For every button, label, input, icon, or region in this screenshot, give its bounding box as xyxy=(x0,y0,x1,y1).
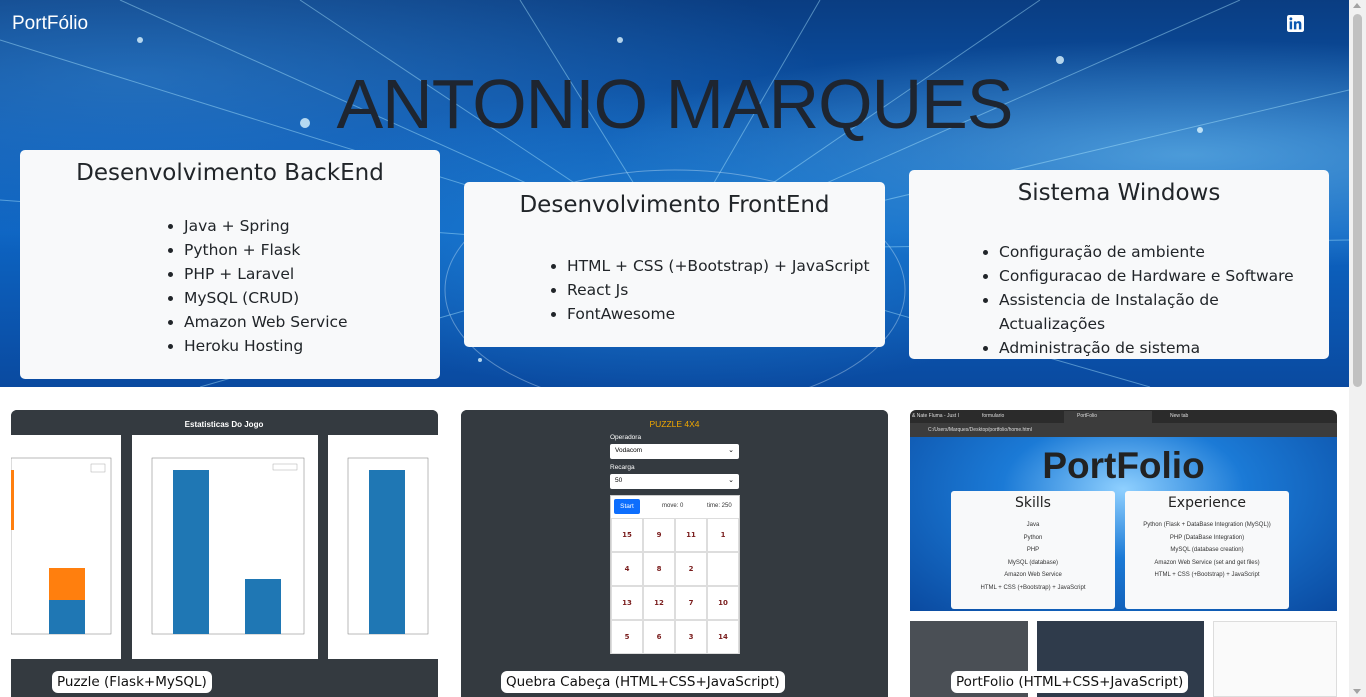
puzzle-tile[interactable]: 6 xyxy=(643,620,675,654)
navbar-icons xyxy=(1287,15,1335,32)
mini-experience-item: Amazon Web Service (set and get files) xyxy=(1154,559,1260,566)
puzzle-tile[interactable]: 5 xyxy=(611,620,643,654)
mini-skill-item: Java xyxy=(1026,522,1040,528)
puzzle-tile[interactable]: 9 xyxy=(643,518,675,552)
skill-card-title: Desenvolvimento FrontEnd xyxy=(519,192,830,218)
thumbnail-title: Estatisticas Do Jogo xyxy=(185,420,264,429)
mini-skill-item: Amazon Web Service xyxy=(1004,572,1062,578)
project-card-quebra-cabeca[interactable]: PUZZLE 4X4 Operadora Vodacom ⌄ Recarga 5… xyxy=(461,410,888,697)
mini-page-hero: PortFolio Skills Java Python PHP MySQL (… xyxy=(910,437,1337,611)
mini-experience-item: PHP (DataBase Integration) xyxy=(1169,534,1245,541)
puzzle-tile[interactable]: 2 xyxy=(675,552,707,586)
puzzle-tile[interactable]: 13 xyxy=(611,586,643,620)
mini-experience-item: Python (Flask + DataBase Integration (My… xyxy=(1143,522,1271,528)
skill-list: Java + Spring Python + Flask PHP + Larav… xyxy=(184,214,428,358)
chevron-down-icon: ⌄ xyxy=(728,477,734,484)
puzzle-tile[interactable]: 3 xyxy=(675,620,707,654)
skill-item: Python + Flask xyxy=(184,238,428,262)
skill-item: FontAwesome xyxy=(567,302,873,326)
puzzle-tile[interactable]: 8 xyxy=(643,552,675,586)
time-counter: time: 250 xyxy=(707,503,732,509)
mini-project-thumb xyxy=(1213,621,1337,697)
mini-skill-item: MySQL (database) xyxy=(1007,559,1059,566)
project-thumbnail: & Nate Fluma - Just I formulario PortFol… xyxy=(910,410,1337,697)
project-card-puzzle-flask[interactable]: Estatisticas Do Jogo Puzzle (Flask+MySQL… xyxy=(11,410,438,697)
puzzle-tile-empty[interactable] xyxy=(707,552,739,586)
mini-experience-item: HTML + CSS (+Bootstrap) + JavaScript xyxy=(1154,572,1260,578)
puzzle-tile[interactable]: 15 xyxy=(611,518,643,552)
skill-item: Configuracao de Hardware e Software xyxy=(999,264,1317,288)
skill-item: Assistencia de Instalação de Actualizaçõ… xyxy=(999,288,1317,336)
mini-experience-list: Python (Flask + DataBase Integration (My… xyxy=(1125,519,1289,582)
skill-card-frontend: Desenvolvimento FrontEnd HTML + CSS (+Bo… xyxy=(464,182,885,347)
skill-item: React Js xyxy=(567,278,873,302)
mini-skills-title: Skills xyxy=(1015,495,1051,511)
operadora-label: Operadora xyxy=(610,434,642,441)
project-thumbnail: PUZZLE 4X4 Operadora Vodacom ⌄ Recarga 5… xyxy=(461,410,888,697)
mini-tab: & Nate Fluma - Just I xyxy=(912,413,959,419)
project-caption[interactable]: PortFolio (HTML+CSS+JavaScript) xyxy=(951,671,1189,693)
recarga-value: 50 xyxy=(615,477,623,484)
mini-tab: PortFolio xyxy=(1077,413,1098,419)
page: PortFólio ANTONIO MARQUES Desenvolviment… xyxy=(0,0,1349,697)
mini-address-bar: C:/Users/Marques/Desktop/portfolio/home.… xyxy=(910,423,1337,437)
skill-item: PHP + Laravel xyxy=(184,262,428,286)
skill-item: Heroku Hosting xyxy=(184,334,428,358)
puzzle-tile[interactable]: 1 xyxy=(707,518,739,552)
mini-skill-item: Python xyxy=(1023,534,1043,541)
recarga-select[interactable]: 50 ⌄ xyxy=(610,474,739,489)
project-thumbnail: Estatisticas Do Jogo xyxy=(11,410,438,697)
navbar-brand[interactable]: PortFólio xyxy=(12,13,88,35)
mini-skill-item: PHP xyxy=(1026,547,1040,553)
skill-item: Configuração de ambiente xyxy=(999,240,1317,264)
linkedin-icon[interactable] xyxy=(1287,15,1335,32)
move-counter: move: 0 xyxy=(662,503,684,509)
puzzle-title: PUZZLE 4X4 xyxy=(649,419,700,429)
mini-browser-tabbar: & Nate Fluma - Just I formulario PortFol… xyxy=(910,410,1337,423)
scroll-up-arrow-icon[interactable] xyxy=(1353,3,1361,8)
skill-item: MySQL (CRUD) xyxy=(184,286,428,310)
mini-page-title: PortFolio xyxy=(1042,445,1205,486)
project-caption[interactable]: Quebra Cabeça (HTML+CSS+JavaScript) xyxy=(501,671,785,693)
mini-address: C:/Users/Marques/Desktop/portfolio/home.… xyxy=(928,427,1032,433)
mini-skills-list: Java Python PHP MySQL (database) Amazon … xyxy=(951,519,1115,594)
mini-experience-title: Experience xyxy=(1167,495,1247,511)
skill-list: HTML + CSS (+Bootstrap) + JavaScript Rea… xyxy=(567,254,873,326)
mini-tab: formulario xyxy=(982,413,1005,419)
skill-item: Administração de sistema xyxy=(999,336,1317,360)
mini-experience-card: Experience Python (Flask + DataBase Inte… xyxy=(1125,491,1289,609)
scroll-down-arrow-icon[interactable] xyxy=(1353,689,1361,694)
skill-card-windows: Sistema Windows Configuração de ambiente… xyxy=(909,170,1329,359)
skill-item: Java + Spring xyxy=(184,214,428,238)
start-button[interactable]: Start xyxy=(614,499,640,514)
skill-card-backend: Desenvolvimento BackEnd Java + Spring Py… xyxy=(20,150,440,379)
hero-title: ANTONIO MARQUES xyxy=(336,65,1013,143)
mini-skills-card: Skills Java Python PHP MySQL (database) … xyxy=(951,491,1115,609)
puzzle-tile[interactable]: 11 xyxy=(675,518,707,552)
puzzle-tile[interactable]: 4 xyxy=(611,552,643,586)
hero-section: PortFólio ANTONIO MARQUES Desenvolviment… xyxy=(0,0,1349,387)
page-scrollbar[interactable] xyxy=(1349,0,1366,697)
puzzle-tile[interactable]: 10 xyxy=(707,586,739,620)
mini-experience-item: MySQL (database creation) xyxy=(1170,547,1244,553)
skill-card-title: Desenvolvimento BackEnd xyxy=(76,160,384,186)
chevron-down-icon: ⌄ xyxy=(728,447,734,454)
operadora-select[interactable]: Vodacom ⌄ xyxy=(610,444,739,459)
puzzle-board: Start move: 0 time: 250 15 9 11 1 4 8 2 … xyxy=(610,495,740,654)
puzzle-tile[interactable]: 12 xyxy=(643,586,675,620)
skill-list: Configuração de ambiente Configuracao de… xyxy=(999,240,1317,360)
skill-card-title: Sistema Windows xyxy=(1017,180,1221,206)
recarga-label: Recarga xyxy=(610,464,635,471)
operadora-value: Vodacom xyxy=(615,447,643,454)
project-card-portfolio[interactable]: & Nate Fluma - Just I formulario PortFol… xyxy=(910,410,1337,697)
skill-item: HTML + CSS (+Bootstrap) + JavaScript xyxy=(567,254,873,278)
puzzle-tile[interactable]: 14 xyxy=(707,620,739,654)
puzzle-tile[interactable]: 7 xyxy=(675,586,707,620)
mini-skill-item: HTML + CSS (+Bootstrap) + JavaScript xyxy=(980,584,1086,591)
skill-item: Amazon Web Service xyxy=(184,310,428,334)
project-caption[interactable]: Puzzle (Flask+MySQL) xyxy=(52,671,212,693)
puzzle-grid: 15 9 11 1 4 8 2 13 12 7 10 5 6 3 14 xyxy=(611,518,739,654)
scrollbar-thumb[interactable] xyxy=(1353,14,1362,387)
mini-tab: New tab xyxy=(1170,413,1189,419)
